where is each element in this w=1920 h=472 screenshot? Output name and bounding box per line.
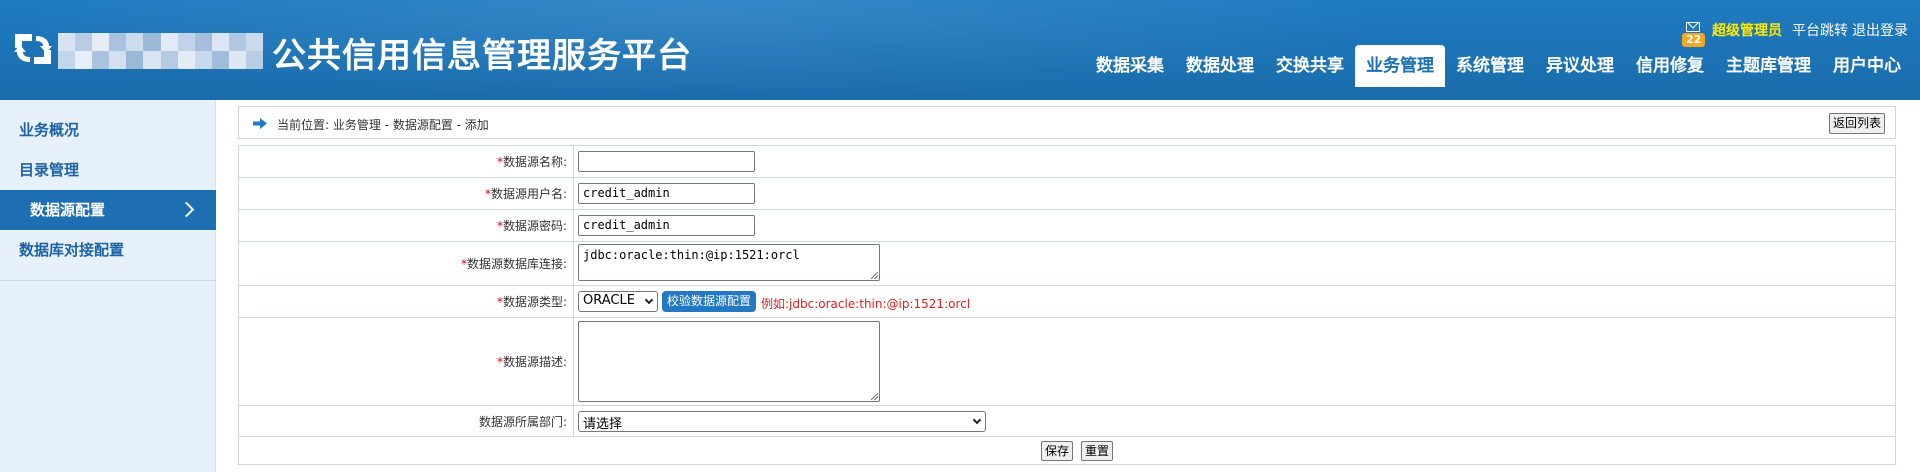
- current-user-link[interactable]: 超级管理员: [1712, 20, 1782, 40]
- sidebar-item-datasource-config[interactable]: 数据源配置: [0, 190, 216, 230]
- nav-item-data-processing[interactable]: 数据处理: [1175, 45, 1265, 87]
- chevron-right-icon: [178, 201, 195, 218]
- datasource-password-input[interactable]: credit_admin: [578, 215, 755, 236]
- site-title: 公共信用信息管理服务平台: [272, 36, 692, 76]
- validate-config-button[interactable]: 校验数据源配置: [662, 291, 757, 312]
- sidebar-item-business-overview[interactable]: 业务概况: [0, 110, 216, 150]
- mail-icon: [1686, 22, 1700, 32]
- back-to-list-button[interactable]: 返回列表: [1828, 113, 1885, 134]
- field-label: *数据源数据库连接:: [238, 241, 574, 286]
- datasource-form: *数据源名称: *数据源用户名: credit_admin *数据源密码: cr…: [238, 145, 1896, 465]
- field-label: 数据源所属部门:: [238, 405, 574, 437]
- nav-item-objection-handling[interactable]: 异议处理: [1535, 45, 1625, 87]
- nav-item-data-collection[interactable]: 数据采集: [1085, 45, 1175, 87]
- form-row-connection-url: *数据源数据库连接: jdbc:oracle:thin:@ip:1521:orc…: [238, 241, 1896, 286]
- nav-item-credit-repair[interactable]: 信用修复: [1625, 45, 1715, 87]
- reset-button[interactable]: 重置: [1081, 441, 1114, 461]
- logout-link[interactable]: 退出登录: [1852, 20, 1908, 40]
- nav-item-business-management[interactable]: 业务管理: [1355, 45, 1445, 87]
- field-label: *数据源描述:: [238, 317, 574, 406]
- blurred-logo-text: [58, 33, 264, 69]
- nav-item-user-center[interactable]: 用户中心: [1822, 45, 1912, 87]
- arrow-right-icon: [253, 118, 267, 129]
- datasource-username-input[interactable]: credit_admin: [578, 183, 755, 204]
- sidebar-item-label: 数据源配置: [30, 201, 106, 219]
- datasource-type-select[interactable]: ORACLE: [578, 291, 658, 312]
- field-label: *数据源用户名:: [238, 177, 574, 210]
- form-row-type: *数据源类型: ORACLE 校验数据源配置 例如:jdbc:oracle:th…: [238, 285, 1896, 318]
- breadcrumb-bar: 当前位置: 业务管理 - 数据源配置 - 添加 返回列表: [238, 106, 1896, 139]
- resize-handle-icon[interactable]: [871, 272, 878, 279]
- platform-switch-link[interactable]: 平台跳转: [1792, 20, 1848, 40]
- save-button[interactable]: 保存: [1041, 441, 1074, 461]
- sidebar: 业务概况 目录管理 数据源配置 数据库对接配置: [0, 100, 216, 472]
- field-label: *数据源名称:: [238, 145, 574, 178]
- top-bar: 22 超级管理员 平台跳转 退出登录: [1682, 19, 1908, 47]
- nav-item-theme-library[interactable]: 主题库管理: [1715, 45, 1822, 87]
- form-actions-row: 保存 重置: [238, 436, 1896, 465]
- main-nav: 数据采集 数据处理 交换共享 业务管理 系统管理 异议处理 信用修复 主题库管理…: [1085, 45, 1912, 87]
- logo-icon: [14, 34, 52, 64]
- form-row-password: *数据源密码: credit_admin: [238, 209, 1896, 242]
- form-row-description: *数据源描述:: [238, 317, 1896, 406]
- department-select[interactable]: 请选择: [578, 411, 986, 432]
- field-label: *数据源密码:: [238, 209, 574, 242]
- chevron-down-icon: [644, 295, 654, 305]
- nav-item-system-management[interactable]: 系统管理: [1445, 45, 1535, 87]
- connection-example-hint: 例如:jdbc:oracle:thin:@ip:1521:orcl: [761, 297, 971, 311]
- form-row-name: *数据源名称:: [238, 145, 1896, 178]
- resize-handle-icon[interactable]: [871, 393, 878, 400]
- breadcrumb: 当前位置: 业务管理 - 数据源配置 - 添加: [277, 118, 489, 132]
- nav-item-exchange-sharing[interactable]: 交换共享: [1265, 45, 1355, 87]
- field-label: *数据源类型:: [238, 285, 574, 318]
- datasource-url-textarea[interactable]: jdbc:oracle:thin:@ip:1521:orcl: [578, 244, 880, 281]
- mail-button[interactable]: 22: [1682, 19, 1706, 47]
- datasource-description-textarea[interactable]: [578, 321, 880, 402]
- sidebar-item-database-docking-config[interactable]: 数据库对接配置: [0, 230, 216, 270]
- sidebar-divider: [0, 280, 216, 281]
- form-row-department: 数据源所属部门: 请选择: [238, 405, 1896, 437]
- datasource-name-input[interactable]: [578, 151, 755, 172]
- form-row-username: *数据源用户名: credit_admin: [238, 177, 1896, 210]
- sidebar-item-catalog-management[interactable]: 目录管理: [0, 150, 216, 190]
- chevron-down-icon: [972, 415, 982, 425]
- header: 公共信用信息管理服务平台 22 超级管理员 平台跳转 退出登录 数据采集 数据处…: [0, 0, 1920, 100]
